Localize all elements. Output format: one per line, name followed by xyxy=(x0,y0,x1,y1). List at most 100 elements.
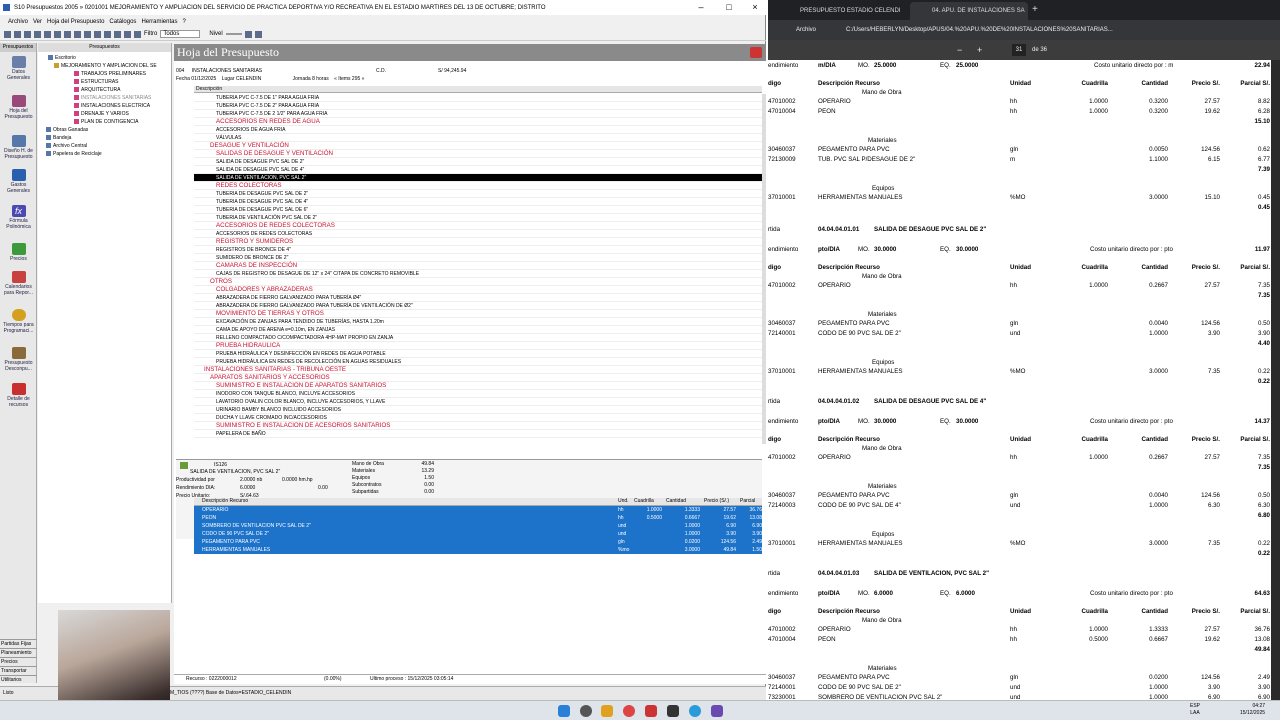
group-row[interactable]: INSTALACIONES SANITARIAS - TRIBUNA OESTE xyxy=(194,366,762,374)
budget-row[interactable]: SUMIDERO DE BRONCE DE 2" xyxy=(194,254,762,262)
dh-und[interactable]: Und. xyxy=(618,498,629,504)
pdf-scrollbar[interactable] xyxy=(1271,60,1280,700)
clock[interactable]: 04:27 15/12/2025 xyxy=(1240,703,1265,717)
budget-row[interactable]: ABRAZADERA DE FIERRO GALVANIZADO PARA TU… xyxy=(194,302,762,310)
tree-trabajos[interactable]: TRABAJOS PRELIMINARES xyxy=(74,71,146,77)
budget-row[interactable]: TUBERIA DE DESAGUE PVC SAL DE 2" xyxy=(194,190,762,198)
budget-row[interactable]: PRUEBA HIDRÁULICA Y DESINFECCIÓN EN REDE… xyxy=(194,350,762,358)
tree-ganadas[interactable]: Obras Ganadas xyxy=(46,127,88,133)
tree-contingencia[interactable]: PLAN DE CONTIGENCIA xyxy=(74,119,139,125)
resource-row[interactable]: PEGAMENTO PARA PVC gln 0.0200 124.56 2.49 xyxy=(194,538,762,546)
dh-cantidad[interactable]: Cantidad xyxy=(666,498,686,504)
level-down-icon[interactable] xyxy=(124,30,131,38)
tree-project[interactable]: MEJORAMIENTO Y AMPLIACION DEL SE xyxy=(54,63,157,69)
menu-ver[interactable]: Ver xyxy=(33,19,42,25)
level-select[interactable] xyxy=(225,33,242,35)
group-row[interactable]: COLGADORES Y ABRAZADERAS xyxy=(194,286,762,294)
tree-arquitectura[interactable]: ARQUITECTURA xyxy=(74,87,120,93)
forward-icon[interactable] xyxy=(34,30,41,38)
grid-icon[interactable] xyxy=(44,30,51,38)
filter-select[interactable]: Todos xyxy=(160,30,201,38)
budget-row[interactable]: SALIDA DE DESAGUE PVC SAL DE 4" xyxy=(194,166,762,174)
hoja-close-icon[interactable] xyxy=(750,47,762,58)
group-row[interactable]: DESAGUE Y VENTILACIÓN xyxy=(194,142,762,150)
start-icon[interactable] xyxy=(558,705,570,717)
close-button[interactable]: × xyxy=(742,0,768,15)
dh-parcial[interactable]: Parcial xyxy=(740,498,755,504)
tab-apu[interactable]: 04. APU. DE INSTALACIONES SA xyxy=(910,2,1028,20)
budget-row[interactable]: ABRAZADERA DE FIERRO GALVANIZADO PARA TU… xyxy=(194,294,762,302)
budget-row[interactable]: SALIDA DE VENTILACION, PVC SAL 2" xyxy=(194,174,762,182)
search-icon[interactable] xyxy=(580,705,592,717)
sidebar-item-tiempos[interactable]: Tiempos para Programaci... xyxy=(0,309,37,334)
budget-row[interactable]: CAJAS DE REGISTRO DE DESAGUE DE 12" x 24… xyxy=(194,270,762,278)
budget-row[interactable]: TUBERIA DE VENTILACIÓN PVC SAL DE 2" xyxy=(194,214,762,222)
url-field[interactable]: C:/Users/HEBERLYN/Desktop/APUS/04.%20APU… xyxy=(846,20,1146,40)
rend-value[interactable]: 6.0000 xyxy=(240,485,255,491)
tree-estructuras[interactable]: ESTRUCTURAS xyxy=(74,79,119,85)
bottom-transportar[interactable]: Transportar xyxy=(0,666,37,675)
budget-row[interactable]: PAPELERA DE BAÑO xyxy=(194,430,762,438)
zoom-in-icon[interactable]: + xyxy=(977,40,982,60)
budget-row[interactable]: TUBERIA PVC C-7.5 DE 2 1/2" PARA AGUA FR… xyxy=(194,110,762,118)
sidebar-item-hoja[interactable]: Hoja del Presupuesto xyxy=(0,95,37,120)
cut-icon[interactable] xyxy=(94,30,101,38)
group-row[interactable]: PRUEBA HIDRAULICA xyxy=(194,342,762,350)
tree-drenaje[interactable]: DRENAJE Y VARIOS xyxy=(74,111,129,117)
maximize-button[interactable]: □ xyxy=(716,0,742,15)
open-icon[interactable] xyxy=(14,30,21,38)
budget-row[interactable]: TUBERIA DE DESAGUE PVC SAL DE 6" xyxy=(194,206,762,214)
level-up-icon[interactable] xyxy=(114,30,121,38)
sort-icon[interactable] xyxy=(104,30,111,38)
budget-row[interactable]: TUBERIA PVC C-7.5 DE 1" PARA AGUA FRIA xyxy=(194,94,762,102)
group-row[interactable]: APARATOS SANITARIOS Y ACCESORIOS xyxy=(194,374,762,382)
tree-electrica[interactable]: INSTALACIONES ELECTRICA xyxy=(74,103,150,109)
budget-row[interactable]: DUCHA Y LLAVE CROMADO INC/ACCESORIOS xyxy=(194,414,762,422)
sidebar-item-calendarios[interactable]: Calendarios para Repor... xyxy=(0,271,37,296)
resource-row[interactable]: CODO DE 90 PVC SAL DE 2" und 1.0000 3.90 3.9… xyxy=(194,530,762,538)
budget-row[interactable]: CAMA DE APOYO DE ARENA e=0.10m, EN ZANJA… xyxy=(194,326,762,334)
sidebar-item-gastos[interactable]: Gastos Generales xyxy=(0,169,37,194)
group-row[interactable]: SUMINISTRO E INSTALACION DE ACESORIOS SA… xyxy=(194,422,762,430)
budget-row[interactable]: ACCESORIOS DE REDES COLECTORAS xyxy=(194,230,762,238)
page-number-input[interactable]: 31 xyxy=(1012,44,1026,56)
tree-escritorio[interactable]: Escritorio xyxy=(48,55,76,61)
tab-presupuesto[interactable]: PRESUPUESTO ESTADIO CELENDI xyxy=(778,2,906,20)
explorer-icon[interactable] xyxy=(601,705,613,717)
filter-icon[interactable] xyxy=(134,30,141,38)
menu-archivo[interactable]: Archivo xyxy=(8,19,28,25)
menu-help[interactable]: ? xyxy=(182,19,185,25)
edge-icon[interactable] xyxy=(689,705,701,717)
grid-scrollbar[interactable] xyxy=(762,94,766,444)
paste-icon[interactable] xyxy=(84,30,91,38)
budget-row[interactable]: REGISTROS DE BRONCE DE 4" xyxy=(194,246,762,254)
group-row[interactable]: SALIDAS DE DESAGUE Y VENTILACIÓN xyxy=(194,150,762,158)
app-icon-4[interactable] xyxy=(711,705,723,717)
menu-hoja[interactable]: Hoja del Presupuesto xyxy=(47,19,104,25)
group-row[interactable]: REGISTRO Y SUMIDEROS xyxy=(194,238,762,246)
bottom-planeamiento[interactable]: Planeamiento xyxy=(0,648,37,657)
print-icon[interactable] xyxy=(64,30,71,38)
sidebar-item-formula[interactable]: fx Fórmula Polinómica xyxy=(0,205,37,230)
back-icon[interactable] xyxy=(24,30,31,38)
calc-icon[interactable] xyxy=(244,30,252,38)
group-row[interactable]: OTROS xyxy=(194,278,762,286)
group-row[interactable]: CAMARAS DE INSPECCIÓN xyxy=(194,262,762,270)
tree-archivo[interactable]: Archivo Central xyxy=(46,143,87,149)
chrome-icon[interactable] xyxy=(623,705,635,717)
group-row[interactable]: ACCESORIOS EN REDES DE AGUA xyxy=(194,118,762,126)
budget-row[interactable]: TUBERIA DE DESAGUE PVC SAL DE 4" xyxy=(194,198,762,206)
budget-row[interactable]: SALIDA DE DESAGUE PVC SAL DE 2" xyxy=(194,158,762,166)
tree-sanitarias[interactable]: INSTALACIONES SANITARIAS xyxy=(74,95,151,101)
search-icon[interactable] xyxy=(254,30,262,38)
dh-precio[interactable]: Precio (S/.) xyxy=(704,498,729,504)
budget-row[interactable]: PRUEBA HIDRÁULICA EN REDES DE RECOLECCIÓ… xyxy=(194,358,762,366)
budget-row[interactable]: INODORO CON TANQUE BLANCO, INCLUYE ACCES… xyxy=(194,390,762,398)
new-tab-icon[interactable]: + xyxy=(1032,4,1038,15)
bottom-precios[interactable]: Precios xyxy=(0,657,37,666)
col-descripcion[interactable]: Descripción xyxy=(194,86,762,93)
budget-row[interactable]: URINARIO BAMBY BLANCO INCLUIDO ACCESORIO… xyxy=(194,406,762,414)
tree-papelera[interactable]: Papelera de Reciclaje xyxy=(46,151,102,157)
tree-bandeja[interactable]: Bandeja xyxy=(46,135,71,141)
rend-value-2[interactable]: 0.00 xyxy=(318,485,328,491)
